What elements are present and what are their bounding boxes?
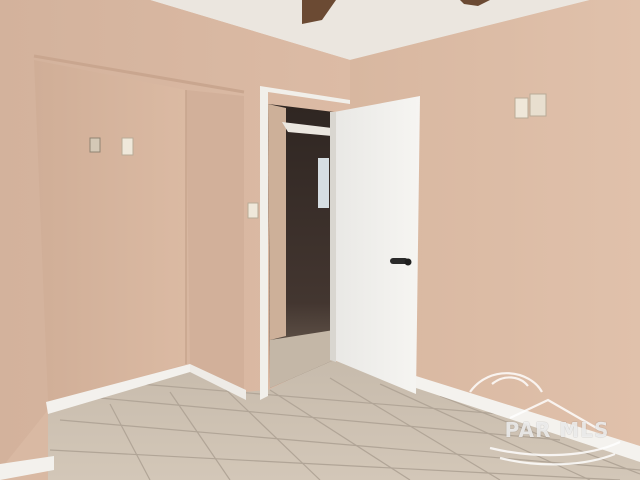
- closet-back-wall: [34, 60, 186, 402]
- cable-plate: [514, 97, 529, 119]
- closet-switch: [121, 137, 134, 156]
- hall-window: [318, 158, 329, 208]
- room-illustration: [0, 0, 640, 480]
- wall-hook: [89, 137, 101, 153]
- watermark-text: PAR MLS: [504, 418, 610, 442]
- closet-side-wall: [186, 90, 244, 392]
- open-door: [334, 96, 420, 394]
- wall-outlet: [529, 93, 547, 117]
- light-switch: [247, 202, 259, 219]
- bedroom-photo: PAR MLS: [0, 0, 640, 480]
